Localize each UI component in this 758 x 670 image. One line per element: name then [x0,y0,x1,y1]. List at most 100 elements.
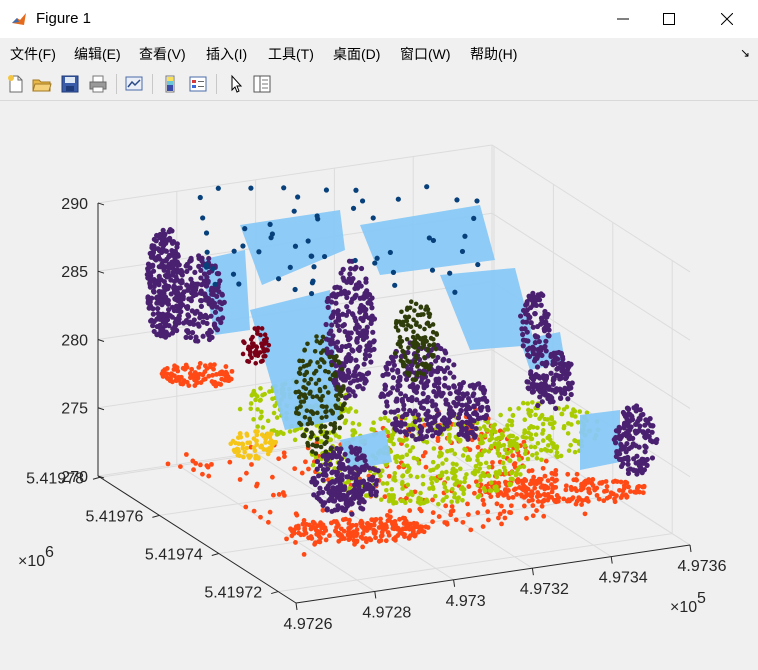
new-figure-button[interactable] [4,72,28,96]
dark-vegetation-point [327,376,333,382]
ground-point [600,479,605,485]
low-vegetation-point [509,470,514,476]
tall-vegetation-point [337,460,343,466]
tall-vegetation-point [187,265,193,271]
3d-scatter-axes[interactable]: 2702752802852905.419725.419745.419765.41… [0,101,758,670]
dark-vegetation-point [309,430,314,435]
dark-vegetation-point [310,394,316,400]
low-vegetation-point [508,438,513,444]
tall-vegetation-point [568,391,574,398]
low-vegetation-point [353,409,359,414]
dock-arrow-icon[interactable]: ↘ [740,46,750,60]
tall-vegetation-point [175,298,181,304]
low-vegetation-point [292,437,298,443]
ground-point [545,493,551,499]
link-plot-icon [125,76,143,91]
tall-vegetation-point [409,397,415,404]
colorbar-button[interactable] [158,72,182,96]
ground-point [526,498,532,504]
low-vegetation-point [530,400,535,405]
z-tick-label: 285 [61,264,88,281]
low-vegetation-point [478,477,483,483]
high-point [454,197,460,203]
low-vegetation-point [487,488,493,493]
tall-vegetation-point [442,375,448,381]
tall-vegetation-point [650,423,656,429]
menu-desktop[interactable]: 桌面(D) [333,44,380,64]
ground-point [435,435,441,441]
property-inspector-button[interactable] [250,72,274,96]
menu-window[interactable]: 窗口(W) [400,44,451,64]
high-point [292,243,299,249]
tall-vegetation-point [642,449,648,455]
low-vegetation-point [438,453,444,458]
print-button[interactable] [86,72,110,96]
tall-vegetation-point [150,249,157,256]
dark-vegetation-point [403,354,408,360]
ground-point [586,486,591,492]
tall-vegetation-point [160,227,166,233]
dark-vegetation-point [330,411,335,416]
tall-vegetation-point [639,458,645,465]
tall-vegetation-point [336,327,342,333]
ground-point [475,510,481,516]
dark-vegetation-point [331,429,336,434]
ground-point [293,511,299,517]
dark-vegetation-point [320,404,326,409]
menu-file[interactable]: 文件(F) [10,44,56,64]
dark-vegetation-point [430,337,436,342]
tall-vegetation-point [354,491,360,497]
dark-vegetation-point [313,451,319,456]
link-plot-button[interactable] [122,72,146,96]
menu-insert[interactable]: 插入(I) [206,44,247,64]
legend-button[interactable] [186,72,210,96]
figure-canvas[interactable]: 270 275 280 285 290 5.41972 5.41974 5.41976 5.41… [0,101,758,670]
minimize-button[interactable] [598,0,648,38]
low-vegetation-point [478,433,484,439]
ground-point [408,533,413,539]
dark-vegetation-point [397,338,402,344]
z-gridline [97,144,493,204]
menu-tools[interactable]: 工具(T) [268,44,314,64]
tall-vegetation-point [444,423,450,429]
maximize-button[interactable] [644,0,694,38]
high-point [291,208,297,214]
tall-vegetation-point [347,387,353,393]
tall-vegetation-point [354,338,360,344]
tall-vegetation-point [179,269,185,276]
tall-vegetation-point [640,411,646,418]
low-vegetation-point [342,420,348,426]
ground-point [202,376,208,382]
menu-help[interactable]: 帮助(H) [470,44,517,64]
dark-vegetation-point [427,342,432,348]
tall-vegetation-point [335,308,341,314]
ground-point [180,381,186,387]
tall-vegetation-point [320,477,326,483]
ground-point [269,474,275,480]
menu-view[interactable]: 查看(V) [139,44,186,64]
tall-vegetation-point [455,415,462,421]
tall-vegetation-point [456,395,462,401]
edit-plot-button[interactable] [224,72,248,96]
tall-vegetation-point [382,409,388,416]
high-point [248,185,254,191]
menu-edit[interactable]: 编辑(E) [74,44,121,64]
tall-vegetation-point [206,255,212,262]
tall-vegetation-point [382,383,389,389]
open-file-button[interactable] [30,72,54,96]
low-vegetation-point [487,437,492,443]
close-button[interactable] [702,0,752,38]
dark-vegetation-point [324,408,329,414]
tall-vegetation-point [214,270,220,277]
low-vegetation-point [457,466,463,472]
tall-vegetation-point [164,237,170,243]
tall-vegetation-point [212,325,219,331]
low-vegetation-point [569,411,575,416]
high-point [212,281,218,287]
save-button[interactable] [58,72,82,96]
tall-vegetation-point [564,368,570,375]
tall-vegetation-point [186,313,192,319]
tall-vegetation-point [451,399,457,406]
tall-vegetation-point [465,435,471,441]
low-vegetation-point [387,437,393,443]
